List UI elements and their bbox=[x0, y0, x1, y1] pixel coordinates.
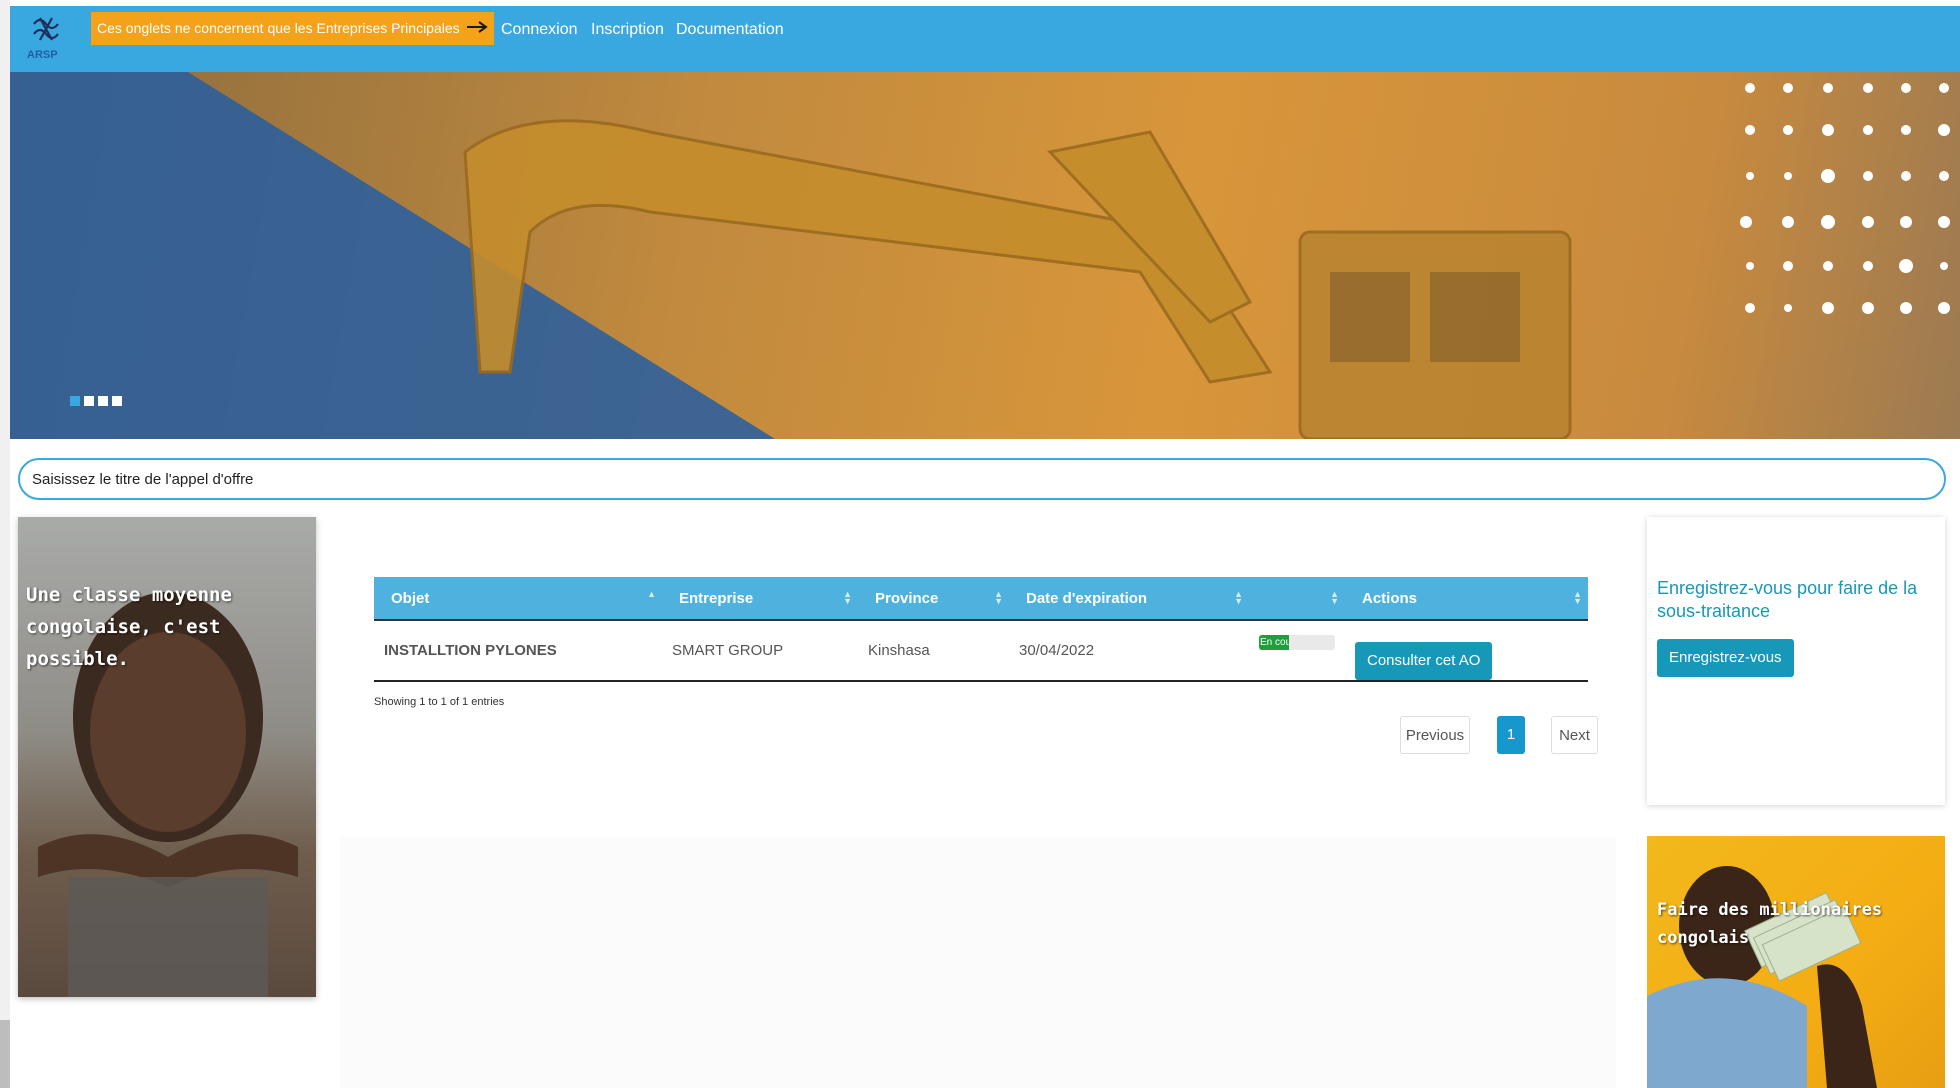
promo-right-text: Faire des millionaires congolais bbox=[1657, 900, 1883, 948]
nav-link-documentation[interactable]: Documentation bbox=[676, 20, 784, 40]
table-header-row: Objet ▲ Entreprise ▲ ▼ Province ▲ ▼ Date d'ex… bbox=[374, 577, 1588, 621]
promo-left-text: Une classe moyenne congolaise, c'est pos… bbox=[26, 584, 232, 670]
status-label: En cours bbox=[1259, 635, 1290, 650]
tenders-table: Objet ▲ Entreprise ▲ ▼ Province ▲ ▼ Date d'ex… bbox=[374, 577, 1588, 682]
sort-icon: ▲ ▼ bbox=[843, 589, 852, 606]
arsp-logo[interactable]: ARSP bbox=[24, 12, 70, 62]
column-header-status[interactable]: ▲ ▼ bbox=[1249, 577, 1345, 621]
dot-pattern bbox=[1740, 83, 1950, 314]
cell-entreprise: SMART GROUP bbox=[662, 620, 858, 682]
sort-asc-icon: ▲ bbox=[647, 589, 656, 599]
column-header-province[interactable]: Province ▲ ▼ bbox=[858, 577, 1009, 621]
column-header-date[interactable]: Date d'expiration ▲ ▼ bbox=[1009, 577, 1249, 621]
nav-link-connexion[interactable]: Connexion bbox=[501, 20, 578, 40]
top-navbar: ARSP Ces onglets ne concernent que les E… bbox=[10, 6, 1960, 72]
consult-tender-button[interactable]: Consulter cet AO bbox=[1355, 641, 1493, 680]
register-button[interactable]: Enregistrez-vous bbox=[1657, 639, 1794, 677]
cell-province: Kinshasa bbox=[858, 620, 1009, 682]
man-with-money-photo bbox=[1647, 866, 1877, 1088]
column-header-objet[interactable]: Objet ▲ bbox=[374, 577, 662, 621]
column-header-actions[interactable]: Actions ▲ ▼ bbox=[1345, 577, 1588, 621]
promo-millionaires: Faire des millionaires congolais bbox=[1647, 836, 1945, 1088]
cell-date: 30/04/2022 bbox=[1009, 620, 1249, 682]
content-background bbox=[340, 837, 1616, 1088]
table-info: Showing 1 to 1 of 1 entries bbox=[374, 696, 505, 708]
carousel-dot[interactable] bbox=[112, 396, 122, 406]
promo-middle-class: Une classe moyenne congolaise, c'est pos… bbox=[18, 517, 316, 997]
arrow-right-icon bbox=[466, 12, 488, 45]
carousel-dot[interactable] bbox=[70, 396, 80, 406]
carousel-indicators bbox=[70, 396, 122, 406]
hero-image bbox=[10, 72, 1950, 439]
table-row: INSTALLTION PYLONES SMART GROUP Kinshasa… bbox=[374, 620, 1588, 682]
cell-actions: Consulter cet AO bbox=[1345, 620, 1588, 682]
subcontracting-card: Enregistrez-vous pour faire de la sous-t… bbox=[1647, 517, 1945, 805]
carousel-dot[interactable] bbox=[98, 396, 108, 406]
pagination-next[interactable]: Next bbox=[1551, 716, 1598, 754]
column-header-entreprise[interactable]: Entreprise ▲ ▼ bbox=[662, 577, 858, 621]
sort-icon: ▲ ▼ bbox=[994, 589, 1003, 606]
notice-text: Ces onglets ne concernent que les Entrep… bbox=[97, 20, 460, 36]
pagination-previous[interactable]: Previous bbox=[1400, 716, 1470, 754]
cell-objet: INSTALLTION PYLONES bbox=[374, 620, 662, 682]
sort-icon: ▲ ▼ bbox=[1573, 589, 1582, 606]
tenders-panel: Objet ▲ Entreprise ▲ ▼ Province ▲ ▼ Date d'ex… bbox=[340, 517, 1616, 837]
sort-icon: ▲ ▼ bbox=[1330, 589, 1339, 606]
subcontracting-title: Enregistrez-vous pour faire de la sous-t… bbox=[1657, 578, 1918, 621]
pagination-page-1[interactable]: 1 bbox=[1497, 716, 1525, 754]
carousel-dot[interactable] bbox=[84, 396, 94, 406]
status-progress-bar: En cours bbox=[1259, 635, 1335, 650]
hero-carousel[interactable] bbox=[10, 72, 1960, 439]
principal-companies-notice: Ces onglets ne concernent que les Entrep… bbox=[91, 12, 494, 45]
window-edge bbox=[0, 0, 10, 1088]
tender-search-input[interactable] bbox=[18, 458, 1946, 500]
nav-link-inscription[interactable]: Inscription bbox=[591, 20, 664, 40]
svg-text:ARSP: ARSP bbox=[27, 49, 58, 61]
cell-status: En cours bbox=[1249, 620, 1345, 682]
sort-icon: ▲ ▼ bbox=[1234, 589, 1243, 606]
